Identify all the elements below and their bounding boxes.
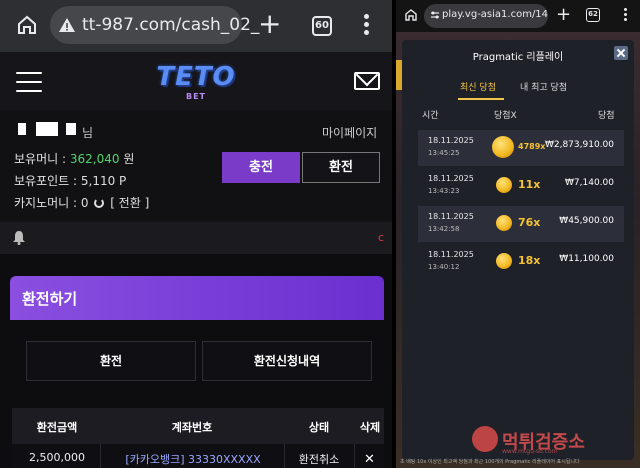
- record-date: 18.11.2025: [428, 174, 474, 183]
- tab-latest-wins[interactable]: 최신 당첨: [460, 80, 496, 93]
- modal-footer-note: 초 배팅 10x 이상인 최고액 당첨과 최근 100개의 Pragmatic …: [400, 459, 580, 465]
- record-date: 18.11.2025: [428, 136, 474, 145]
- replay-modal: Pragmatic 리플레이 최신 당첨 내 최고 당첨 시간 당첨X 당첨 1…: [402, 40, 634, 460]
- casino-row: 카지노머니 : 0 [ 전환 ]: [14, 194, 149, 211]
- tab-switcher-button[interactable]: 62: [586, 8, 600, 22]
- mail-icon[interactable]: [354, 72, 380, 90]
- header-status: 상태: [308, 421, 330, 434]
- cell-amount: 2,500,000: [29, 451, 85, 464]
- url-text: play.vg-asia1.com/14: [442, 9, 549, 20]
- menu-icon[interactable]: [16, 72, 42, 92]
- exchange-title: 환전하기: [22, 290, 78, 308]
- browser-menu-button[interactable]: [364, 14, 370, 36]
- new-tab-button[interactable]: +: [556, 4, 571, 25]
- refresh-icon[interactable]: [94, 198, 105, 208]
- money-row: 보유머니 : 362,040 원: [14, 150, 134, 167]
- list-item[interactable]: 18.11.2025 13:42:58 76x ₩45,900.00: [418, 206, 624, 242]
- bell-icon: [13, 231, 25, 245]
- record-amount: ₩7,140.00: [565, 178, 614, 188]
- mypage-link[interactable]: 마이페이지: [322, 124, 377, 141]
- money-value: 362,040: [69, 152, 120, 166]
- redacted-name: [66, 123, 76, 135]
- column-win: 당첨: [598, 111, 615, 121]
- casino-value: 0: [80, 196, 89, 210]
- site-logo[interactable]: TETO BET: [150, 60, 242, 104]
- charge-button[interactable]: 충전: [222, 152, 300, 183]
- url-text: tt-987.com/cash_02_: [82, 15, 260, 35]
- delete-button[interactable]: ✕: [364, 452, 375, 467]
- coin-stack-icon: [492, 136, 514, 158]
- browser-toolbar: tt-987.com/cash_02_ + 60: [0, 0, 392, 52]
- cell-status: 환전취소: [298, 453, 340, 466]
- tab-exchange[interactable]: 환전: [26, 341, 196, 381]
- header-account: 계좌번호: [171, 421, 213, 434]
- browser-menu-button[interactable]: [624, 8, 628, 23]
- record-multiplier: 4789x: [518, 142, 546, 151]
- record-multiplier: 76x: [518, 216, 541, 229]
- modal-title: Pragmatic 리플레이: [472, 52, 564, 63]
- list-item[interactable]: 18.11.2025 13:43:23 11x ₩7,140.00: [418, 168, 624, 204]
- tab-switcher-button[interactable]: 60: [312, 16, 332, 36]
- home-icon[interactable]: [16, 14, 38, 36]
- record-date: 18.11.2025: [428, 250, 474, 259]
- watermark-subtext: www.mtgu-so.com: [502, 448, 558, 455]
- site-settings-icon[interactable]: [430, 10, 440, 20]
- notice-bar: c: [0, 222, 392, 254]
- notice-mark: c: [378, 231, 385, 244]
- list-item[interactable]: 18.11.2025 13:40:12 18x ₩11,100.00: [418, 244, 624, 280]
- record-time: 13:43:23: [428, 187, 460, 195]
- home-icon[interactable]: [404, 8, 418, 22]
- redacted-name: [36, 122, 58, 136]
- coin-icon: [496, 177, 512, 193]
- exchange-button[interactable]: 환전: [302, 152, 380, 183]
- point-row: 보유포인트 : 5,110 P: [14, 172, 126, 189]
- address-bar[interactable]: play.vg-asia1.com/14: [424, 4, 548, 28]
- point-value: 5,110 P: [80, 174, 127, 188]
- column-time: 시간: [422, 111, 439, 121]
- record-multiplier: 11x: [518, 178, 541, 191]
- record-multiplier: 18x: [518, 254, 541, 267]
- cell-account: [카카오뱅크] 33330XXXXX: [125, 453, 261, 466]
- watermark-logo-icon: [472, 426, 498, 452]
- left-phone-screen: tt-987.com/cash_02_ + 60 TETO BET 님 마이페이…: [0, 0, 392, 468]
- record-amount: ₩45,900.00: [559, 216, 614, 226]
- new-tab-button[interactable]: +: [258, 10, 281, 38]
- casino-label: 카지노머니 :: [14, 196, 78, 210]
- right-phone-screen: play.vg-asia1.com/14 + 62 Pragmatic 리플레이…: [396, 0, 640, 468]
- tab-my-top-wins[interactable]: 내 최고 당첨: [520, 80, 567, 93]
- header-amount: 환전금액: [36, 421, 78, 434]
- convert-link[interactable]: [ 전환 ]: [110, 196, 149, 210]
- redacted-name: [18, 123, 26, 135]
- site-header: TETO BET: [0, 52, 392, 110]
- close-icon[interactable]: [614, 46, 628, 60]
- header-delete: 삭제: [359, 421, 381, 434]
- money-unit: 원: [123, 152, 135, 166]
- record-amount: ₩2,873,910.00: [544, 140, 614, 150]
- record-time: 13:40:12: [428, 263, 460, 271]
- logo-text: TETO: [156, 62, 236, 92]
- logo-subtext: BET: [185, 92, 207, 101]
- browser-toolbar: play.vg-asia1.com/14 + 62: [396, 0, 640, 32]
- record-date: 18.11.2025: [428, 212, 474, 221]
- address-bar[interactable]: tt-987.com/cash_02_: [50, 6, 259, 44]
- active-tab-indicator: [458, 98, 504, 100]
- record-amount: ₩11,100.00: [559, 254, 614, 264]
- user-name-suffix: 님: [82, 126, 94, 140]
- exchange-panel-header: 환전하기: [10, 276, 384, 320]
- record-time: 13:45:25: [428, 149, 460, 157]
- warning-icon: [59, 18, 75, 32]
- coin-icon: [496, 253, 512, 269]
- coin-icon: [496, 215, 512, 231]
- watermark: 먹튀검증소 www.mtgu-so.com: [472, 426, 636, 455]
- list-item[interactable]: 18.11.2025 13:45:25 4789x ₩2,873,910.00: [418, 130, 624, 166]
- tab-exchange-history[interactable]: 환전신청내역: [202, 341, 372, 381]
- point-label: 보유포인트 :: [14, 174, 78, 188]
- money-label: 보유머니 :: [14, 152, 67, 166]
- record-time: 13:42:58: [428, 225, 460, 233]
- column-multiplier: 당첨X: [494, 111, 517, 121]
